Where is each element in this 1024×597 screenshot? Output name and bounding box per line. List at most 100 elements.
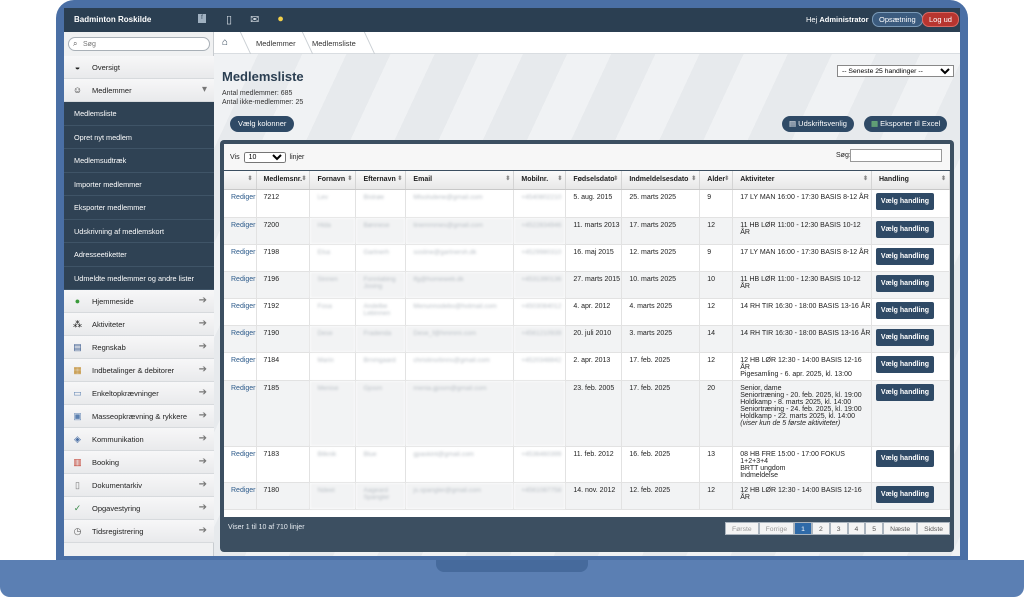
pager-first[interactable]: Første <box>725 522 759 535</box>
sort-icon: ⬍ <box>347 176 353 182</box>
cell-mobile: +4536460399 <box>513 446 567 483</box>
sidebar-item-regnskab[interactable]: ▤ Regnskab ➔ <box>64 336 214 359</box>
edit-link[interactable]: Rediger <box>224 325 257 353</box>
edit-link[interactable]: Rediger <box>224 446 257 483</box>
edit-link[interactable]: Rediger <box>224 189 257 218</box>
edit-link[interactable]: Rediger <box>224 244 257 272</box>
pager-page-4[interactable]: 4 <box>847 522 866 535</box>
choose-action-button[interactable]: Vælg handling <box>875 449 934 467</box>
pager-next[interactable]: Næste <box>883 522 918 535</box>
table-row: Rediger 7183 Bliknik Blue gpaskint@gmail.com… <box>224 446 950 483</box>
cell-email: lfg@homeweb.dk <box>405 271 515 299</box>
submenu-medlemsudtraek[interactable]: Medlemsudtræk <box>64 149 214 173</box>
sidebar-item-label: Regnskab <box>92 343 126 352</box>
export-excel-button[interactable]: ▦ Eksporter til Excel <box>864 116 948 132</box>
column-header[interactable]: Efternavn ⬍ <box>355 171 407 190</box>
mobile-icon[interactable]: ▯ <box>226 13 232 26</box>
column-header[interactable]: Alder ⬍ <box>699 171 734 190</box>
pager-page-2[interactable]: 2 <box>811 522 830 535</box>
pager-page-1[interactable]: 1 <box>794 522 812 535</box>
submenu-udmeldte[interactable]: Udmeldte medlemmer og andre lister <box>64 267 214 290</box>
column-header[interactable]: Handling ⬍ <box>871 171 950 190</box>
edit-link[interactable]: Rediger <box>224 298 257 326</box>
submenu-eksporter[interactable]: Eksporter medlemmer <box>64 196 214 220</box>
table-row: Rediger 7184 Marin Brnmgaard christinsrbnns@… <box>224 352 950 381</box>
search-icon: ⌕ <box>73 39 78 48</box>
cell-activities-text: Senior, dame Seniortræning - 20. feb. 20… <box>740 384 862 420</box>
column-header[interactable]: Mobilnr. ⬍ <box>513 171 567 190</box>
column-header[interactable]: Medlemsnr. ⬍ <box>256 171 311 190</box>
edit-link[interactable]: Rediger <box>224 352 257 381</box>
sidebar-item-booking[interactable]: ▥ Booking ➔ <box>64 451 214 474</box>
column-header[interactable]: Aktiviteter ⬍ <box>732 171 872 190</box>
page-length-select[interactable]: 10 <box>243 152 286 163</box>
sidebar-item-oversigt[interactable]: ◒ Oversigt <box>64 56 214 79</box>
choose-action-button[interactable]: Vælg handling <box>875 247 934 265</box>
choose-columns-button[interactable]: Vælg kolonner <box>230 116 295 132</box>
cell-mobile: +4540802210 <box>513 189 567 218</box>
sidebar-item-hjemmeside[interactable]: ● Hjemmeside ➔ <box>64 290 214 313</box>
cell-last-name-text: Fonnlabing Josing <box>363 275 396 290</box>
home-icon[interactable]: ⌂ <box>222 37 228 48</box>
cell-mobile-text: +4503084012 <box>521 302 562 310</box>
breadcrumb-medlemmer[interactable]: Medlemmer <box>256 39 296 48</box>
chat-icon[interactable]: ● <box>277 13 284 26</box>
mail-icon[interactable]: ✉ <box>250 13 259 26</box>
column-header[interactable]: Indmeldelsesdato ⬍ <box>621 171 701 190</box>
column-header[interactable]: ⬍ <box>224 171 257 190</box>
sort-icon: ⬍ <box>397 176 403 182</box>
excel-label: Eksporter til Excel <box>880 119 941 128</box>
edit-link[interactable]: Rediger <box>224 217 257 245</box>
submenu-medlemsliste[interactable]: Medlemsliste <box>64 102 214 126</box>
sidebar-item-kommunikation[interactable]: ◈ Kommunikation ➔ <box>64 428 214 451</box>
sidebar-search-input[interactable] <box>83 39 207 49</box>
arrow-right-icon: ➔ <box>198 456 207 467</box>
cell-email: Menunnodebo@hotmail.com <box>405 298 515 326</box>
sidebar-item-enkeltopkraevninger[interactable]: ▭ Enkeltopkrævninger ➔ <box>64 382 214 405</box>
sidebar-item-tidsregistrering[interactable]: ◷ Tidsregistrering ➔ <box>64 520 214 543</box>
sidebar-item-aktiviteter[interactable]: ⁂ Aktiviteter ➔ <box>64 313 214 336</box>
setup-button[interactable]: Opsætning <box>872 12 923 27</box>
table-search-input[interactable] <box>850 149 942 162</box>
pager-page-3[interactable]: 3 <box>829 522 848 535</box>
cell-join-date: 17. marts 2025 <box>621 217 701 245</box>
choose-action-button[interactable]: Vælg handling <box>875 274 934 292</box>
sidebar-item-indbetalinger[interactable]: ▦ Indbetalinger & debitorer ➔ <box>64 359 214 382</box>
sidebar-item-opgavestyring[interactable]: ✓ Opgavestyring ➔ <box>64 497 214 520</box>
sidebar-item-medlemmer[interactable]: ☺ Medlemmer ▾ <box>64 79 214 102</box>
print-friendly-button[interactable]: ▤ Udskriftsvenlig <box>782 116 854 132</box>
pager-last[interactable]: Sidste <box>917 522 950 535</box>
logout-button[interactable]: Log ud <box>922 12 959 27</box>
invoice-icon: ▭ <box>73 388 82 398</box>
sort-icon: ⬍ <box>505 176 511 182</box>
choose-action-button[interactable]: Vælg handling <box>875 383 934 401</box>
activities-icon: ⁂ <box>73 319 82 329</box>
choose-action-button[interactable]: Vælg handling <box>875 301 934 319</box>
choose-action-button[interactable]: Vælg handling <box>875 220 934 238</box>
column-header-label: Handling <box>878 176 909 184</box>
pager-page-5[interactable]: 5 <box>865 522 884 535</box>
pager-prev[interactable]: Forrige <box>758 522 795 535</box>
submenu-adresseetiketter[interactable]: Adresseetiketter <box>64 243 214 267</box>
edit-link[interactable]: Rediger <box>224 482 257 510</box>
column-header[interactable]: Fødselsdato ⬍ <box>565 171 623 190</box>
brand-menu-icon[interactable]: f <box>198 14 206 23</box>
submenu-importer[interactable]: Importer medlemmer <box>64 173 214 196</box>
choose-action-button[interactable]: Vælg handling <box>875 328 934 346</box>
sidebar-item-masseopkraevning[interactable]: ▣ Masseopkrævning & rykkere ➔ <box>64 405 214 428</box>
edit-link[interactable]: Rediger <box>224 271 257 299</box>
submenu-opret-medlem[interactable]: Opret nyt medlem <box>64 126 214 149</box>
choose-action-button[interactable]: Vælg handling <box>875 355 934 373</box>
choose-action-button[interactable]: Vælg handling <box>875 485 934 503</box>
column-header[interactable]: Fornavn ⬍ <box>309 171 357 190</box>
cell-email: linemmmes@gmail.com <box>405 217 515 245</box>
submenu-medlemskort[interactable]: Udskrivning af medlemskort <box>64 220 214 243</box>
sidebar-item-dokumentarkiv[interactable]: ▯ Dokumentarkiv ➔ <box>64 474 214 497</box>
choose-action-button[interactable]: Vælg handling <box>875 192 934 210</box>
edit-link[interactable]: Rediger <box>224 380 257 447</box>
cell-first-name-text: Hida <box>317 221 331 229</box>
column-header-label: Medlemsnr. <box>263 176 303 184</box>
column-header[interactable]: Email ⬍ <box>405 171 515 190</box>
cell-activities-text: 11 HB LØR 11:00 - 12:30 BASIS 10-12 ÅR <box>740 275 861 290</box>
recent-actions-select[interactable]: -- Seneste 25 handlinger -- <box>837 65 954 77</box>
